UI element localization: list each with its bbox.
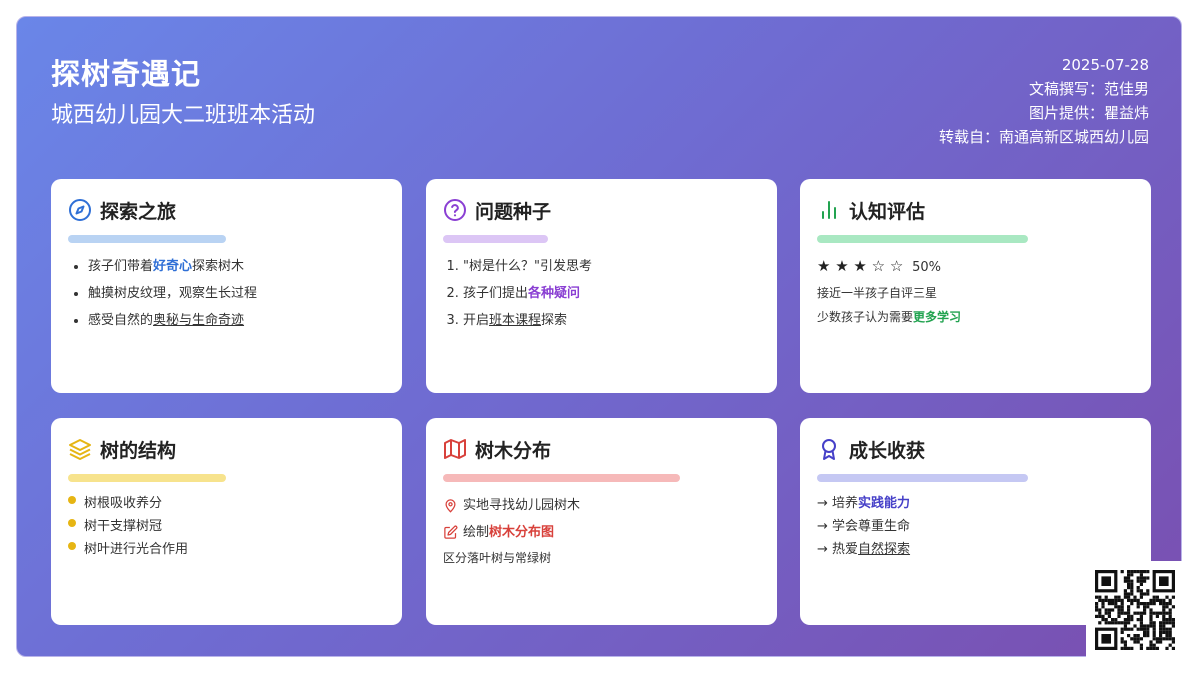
star-rating: ★ ★ ★ ☆ ☆ 50%	[817, 253, 1135, 281]
card-questions-list: "树是什么？"引发思考 孩子们提出各种疑问 开启班本课程探索	[443, 253, 761, 334]
list-item: 区分落叶树与常绿树	[443, 551, 552, 565]
bar-chart-icon	[822, 201, 836, 219]
card-structure-header: 树的结构	[68, 436, 386, 462]
card-growth-header: 成长收获	[817, 436, 1135, 462]
card-explore-bar	[68, 235, 226, 243]
card-explore-header: 探索之旅	[68, 197, 386, 223]
list-item: 开启班本课程探索	[463, 307, 761, 334]
author-text: 文稿撰写：范佳男	[1028, 80, 1149, 98]
list-item: "树是什么？"引发思考	[463, 253, 761, 280]
poster-frame: 探树奇遇记 城西幼儿园大二班班本活动 2025-07-28 文稿撰写：范佳男 图…	[16, 16, 1182, 657]
map-icon	[444, 439, 466, 459]
rating-percent: 50%	[912, 260, 941, 275]
card-structure-title: 树的结构	[100, 439, 177, 462]
card-assessment: 认知评估 ★ ★ ★ ☆ ☆ 50% 接近一半孩子自评三星 少数孩子认为需要更多…	[800, 179, 1151, 393]
list-item: 触摸树皮纹理，观察生长过程	[88, 280, 386, 307]
card-structure-list: 树根吸收养分 树干支撑树冠 树叶进行光合作用	[68, 492, 386, 561]
meta-info: 2025-07-28 文稿撰写：范佳男 图片提供：瞿益炜 转载自：南通高新区城西…	[939, 53, 1149, 149]
assessment-line-1: 接近一半孩子自评三星	[817, 286, 938, 300]
bullet-dot	[68, 518, 76, 527]
compass-icon	[69, 199, 91, 221]
card-explore-title: 探索之旅	[100, 200, 177, 223]
card-distribution-bar	[443, 474, 680, 482]
card-structure-bar	[68, 474, 226, 482]
date-text: 2025-07-28	[1061, 56, 1149, 74]
edit-icon	[444, 525, 458, 539]
list-item: 孩子们带着好奇心探索树木	[88, 253, 386, 280]
card-questions-bar	[443, 235, 548, 243]
card-growth-list: → 培养实践能力 → 学会尊重生命 → 热爱自然探索	[817, 492, 1135, 561]
assessment-line-2: 少数孩子认为需要更多学习	[817, 310, 962, 324]
card-questions: 问题种子 "树是什么？"引发思考 孩子们提出各种疑问 开启班本课程探索	[426, 179, 777, 393]
stars-glyphs: ★ ★ ★ ☆ ☆	[817, 257, 904, 275]
photo-credit-text: 图片提供：瞿益炜	[1028, 104, 1149, 122]
page-title: 探树奇遇记	[51, 57, 202, 91]
page-subtitle: 城西幼儿园大二班班本活动	[51, 103, 316, 128]
source-text: 转载自：南通高新区城西幼儿园	[938, 128, 1149, 146]
qr-code	[1086, 561, 1200, 675]
card-distribution: 树木分布 实地寻找幼儿园树木 绘制 树木分布图 区分落叶树与常绿树	[426, 418, 777, 625]
list-item: 绘制 树木分布图	[443, 519, 761, 546]
list-item: → 学会尊重生命	[817, 519, 911, 534]
card-assessment-title: 认知评估	[849, 200, 926, 223]
map-pin-icon	[445, 499, 456, 513]
card-growth-bar	[817, 474, 1028, 482]
qr-code-image	[1095, 570, 1175, 650]
card-distribution-list: 实地寻找幼儿园树木 绘制 树木分布图 区分落叶树与常绿树	[443, 492, 761, 570]
card-distribution-header: 树木分布	[443, 436, 761, 462]
bullet-dot	[68, 495, 76, 504]
card-explore: 探索之旅 孩子们带着好奇心探索树木 触摸树皮纹理，观察生长过程 感受自然的奥秘与…	[51, 179, 402, 393]
award-icon	[822, 439, 836, 460]
list-item: 感受自然的奥秘与生命奇迹	[88, 307, 386, 334]
card-assessment-bar	[817, 235, 1028, 243]
list-item: 实地寻找幼儿园树木	[443, 492, 761, 519]
list-item: 树叶进行光合作用	[68, 538, 386, 561]
card-growth-title: 成长收获	[849, 439, 926, 462]
card-distribution-title: 树木分布	[475, 439, 552, 462]
question-circle-icon	[444, 199, 466, 221]
list-item: 树根吸收养分	[68, 492, 386, 515]
card-explore-list: 孩子们带着好奇心探索树木 触摸树皮纹理，观察生长过程 感受自然的奥秘与生命奇迹	[68, 253, 386, 334]
card-questions-header: 问题种子	[443, 197, 761, 223]
card-questions-title: 问题种子	[475, 200, 552, 223]
list-item: 树干支撑树冠	[68, 515, 386, 538]
card-structure: 树的结构 树根吸收养分 树干支撑树冠 树叶进行光合作用	[51, 418, 402, 625]
layers-icon	[69, 439, 91, 460]
list-item: 孩子们提出各种疑问	[463, 280, 761, 307]
list-item: → 热爱自然探索	[817, 542, 911, 557]
list-item: → 培养实践能力	[817, 496, 911, 511]
card-assessment-header: 认知评估	[817, 197, 1135, 223]
bullet-dot	[68, 541, 76, 550]
